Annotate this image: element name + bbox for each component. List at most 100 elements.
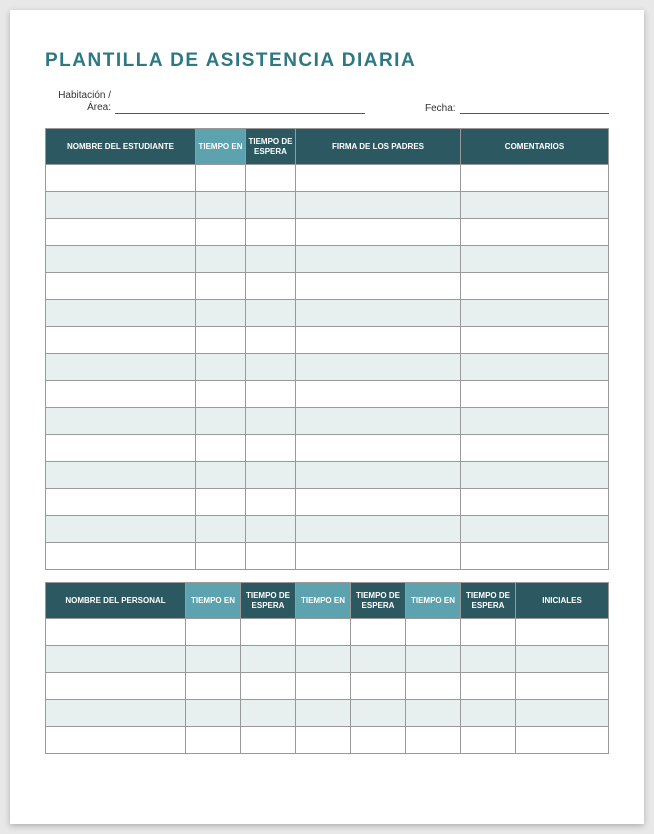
table-cell[interactable] (461, 381, 609, 408)
table-cell[interactable] (296, 462, 461, 489)
table-cell[interactable] (461, 408, 609, 435)
table-cell[interactable] (351, 673, 406, 700)
table-cell[interactable] (46, 516, 196, 543)
table-cell[interactable] (246, 192, 296, 219)
table-cell[interactable] (196, 300, 246, 327)
table-cell[interactable] (46, 619, 186, 646)
table-cell[interactable] (246, 273, 296, 300)
table-cell[interactable] (46, 462, 196, 489)
table-cell[interactable] (516, 619, 609, 646)
table-cell[interactable] (406, 700, 461, 727)
table-cell[interactable] (296, 327, 461, 354)
table-cell[interactable] (461, 727, 516, 754)
table-cell[interactable] (461, 273, 609, 300)
table-cell[interactable] (246, 462, 296, 489)
table-cell[interactable] (246, 489, 296, 516)
table-cell[interactable] (46, 646, 186, 673)
table-cell[interactable] (196, 354, 246, 381)
table-cell[interactable] (296, 354, 461, 381)
table-cell[interactable] (46, 673, 186, 700)
table-cell[interactable] (246, 246, 296, 273)
table-cell[interactable] (46, 354, 196, 381)
table-cell[interactable] (186, 700, 241, 727)
table-cell[interactable] (461, 300, 609, 327)
table-cell[interactable] (461, 489, 609, 516)
table-cell[interactable] (461, 700, 516, 727)
table-cell[interactable] (196, 219, 246, 246)
table-cell[interactable] (296, 516, 461, 543)
table-cell[interactable] (246, 543, 296, 570)
table-cell[interactable] (246, 435, 296, 462)
table-cell[interactable] (461, 516, 609, 543)
table-cell[interactable] (461, 165, 609, 192)
table-cell[interactable] (196, 381, 246, 408)
table-cell[interactable] (296, 435, 461, 462)
table-cell[interactable] (246, 327, 296, 354)
table-cell[interactable] (46, 246, 196, 273)
table-cell[interactable] (246, 354, 296, 381)
table-cell[interactable] (196, 246, 246, 273)
table-cell[interactable] (196, 192, 246, 219)
table-cell[interactable] (241, 727, 296, 754)
table-cell[interactable] (46, 192, 196, 219)
table-cell[interactable] (196, 273, 246, 300)
table-cell[interactable] (296, 381, 461, 408)
table-cell[interactable] (461, 462, 609, 489)
table-cell[interactable] (196, 435, 246, 462)
room-area-input-line[interactable] (115, 102, 365, 114)
table-cell[interactable] (296, 165, 461, 192)
table-cell[interactable] (296, 192, 461, 219)
table-cell[interactable] (186, 673, 241, 700)
table-cell[interactable] (406, 646, 461, 673)
table-cell[interactable] (196, 489, 246, 516)
table-cell[interactable] (406, 727, 461, 754)
table-cell[interactable] (246, 300, 296, 327)
table-cell[interactable] (516, 646, 609, 673)
table-cell[interactable] (461, 354, 609, 381)
table-cell[interactable] (296, 619, 351, 646)
table-cell[interactable] (296, 727, 351, 754)
table-cell[interactable] (461, 327, 609, 354)
table-cell[interactable] (406, 619, 461, 646)
table-cell[interactable] (351, 700, 406, 727)
table-cell[interactable] (46, 381, 196, 408)
table-cell[interactable] (196, 516, 246, 543)
table-cell[interactable] (196, 327, 246, 354)
table-cell[interactable] (46, 435, 196, 462)
table-cell[interactable] (461, 192, 609, 219)
table-cell[interactable] (246, 381, 296, 408)
table-cell[interactable] (186, 619, 241, 646)
table-cell[interactable] (351, 646, 406, 673)
table-cell[interactable] (516, 673, 609, 700)
table-cell[interactable] (516, 727, 609, 754)
table-cell[interactable] (296, 246, 461, 273)
table-cell[interactable] (296, 489, 461, 516)
table-cell[interactable] (461, 435, 609, 462)
table-cell[interactable] (516, 700, 609, 727)
table-cell[interactable] (46, 700, 186, 727)
table-cell[interactable] (351, 619, 406, 646)
table-cell[interactable] (46, 219, 196, 246)
table-cell[interactable] (351, 727, 406, 754)
table-cell[interactable] (46, 165, 196, 192)
table-cell[interactable] (461, 646, 516, 673)
table-cell[interactable] (246, 165, 296, 192)
table-cell[interactable] (296, 300, 461, 327)
table-cell[interactable] (296, 700, 351, 727)
table-cell[interactable] (241, 619, 296, 646)
table-cell[interactable] (296, 273, 461, 300)
table-cell[interactable] (246, 408, 296, 435)
table-cell[interactable] (246, 219, 296, 246)
table-cell[interactable] (196, 165, 246, 192)
table-cell[interactable] (296, 673, 351, 700)
table-cell[interactable] (241, 646, 296, 673)
table-cell[interactable] (296, 408, 461, 435)
table-cell[interactable] (461, 246, 609, 273)
table-cell[interactable] (46, 543, 196, 570)
table-cell[interactable] (46, 727, 186, 754)
table-cell[interactable] (296, 646, 351, 673)
table-cell[interactable] (186, 727, 241, 754)
table-cell[interactable] (461, 619, 516, 646)
table-cell[interactable] (461, 543, 609, 570)
table-cell[interactable] (46, 300, 196, 327)
